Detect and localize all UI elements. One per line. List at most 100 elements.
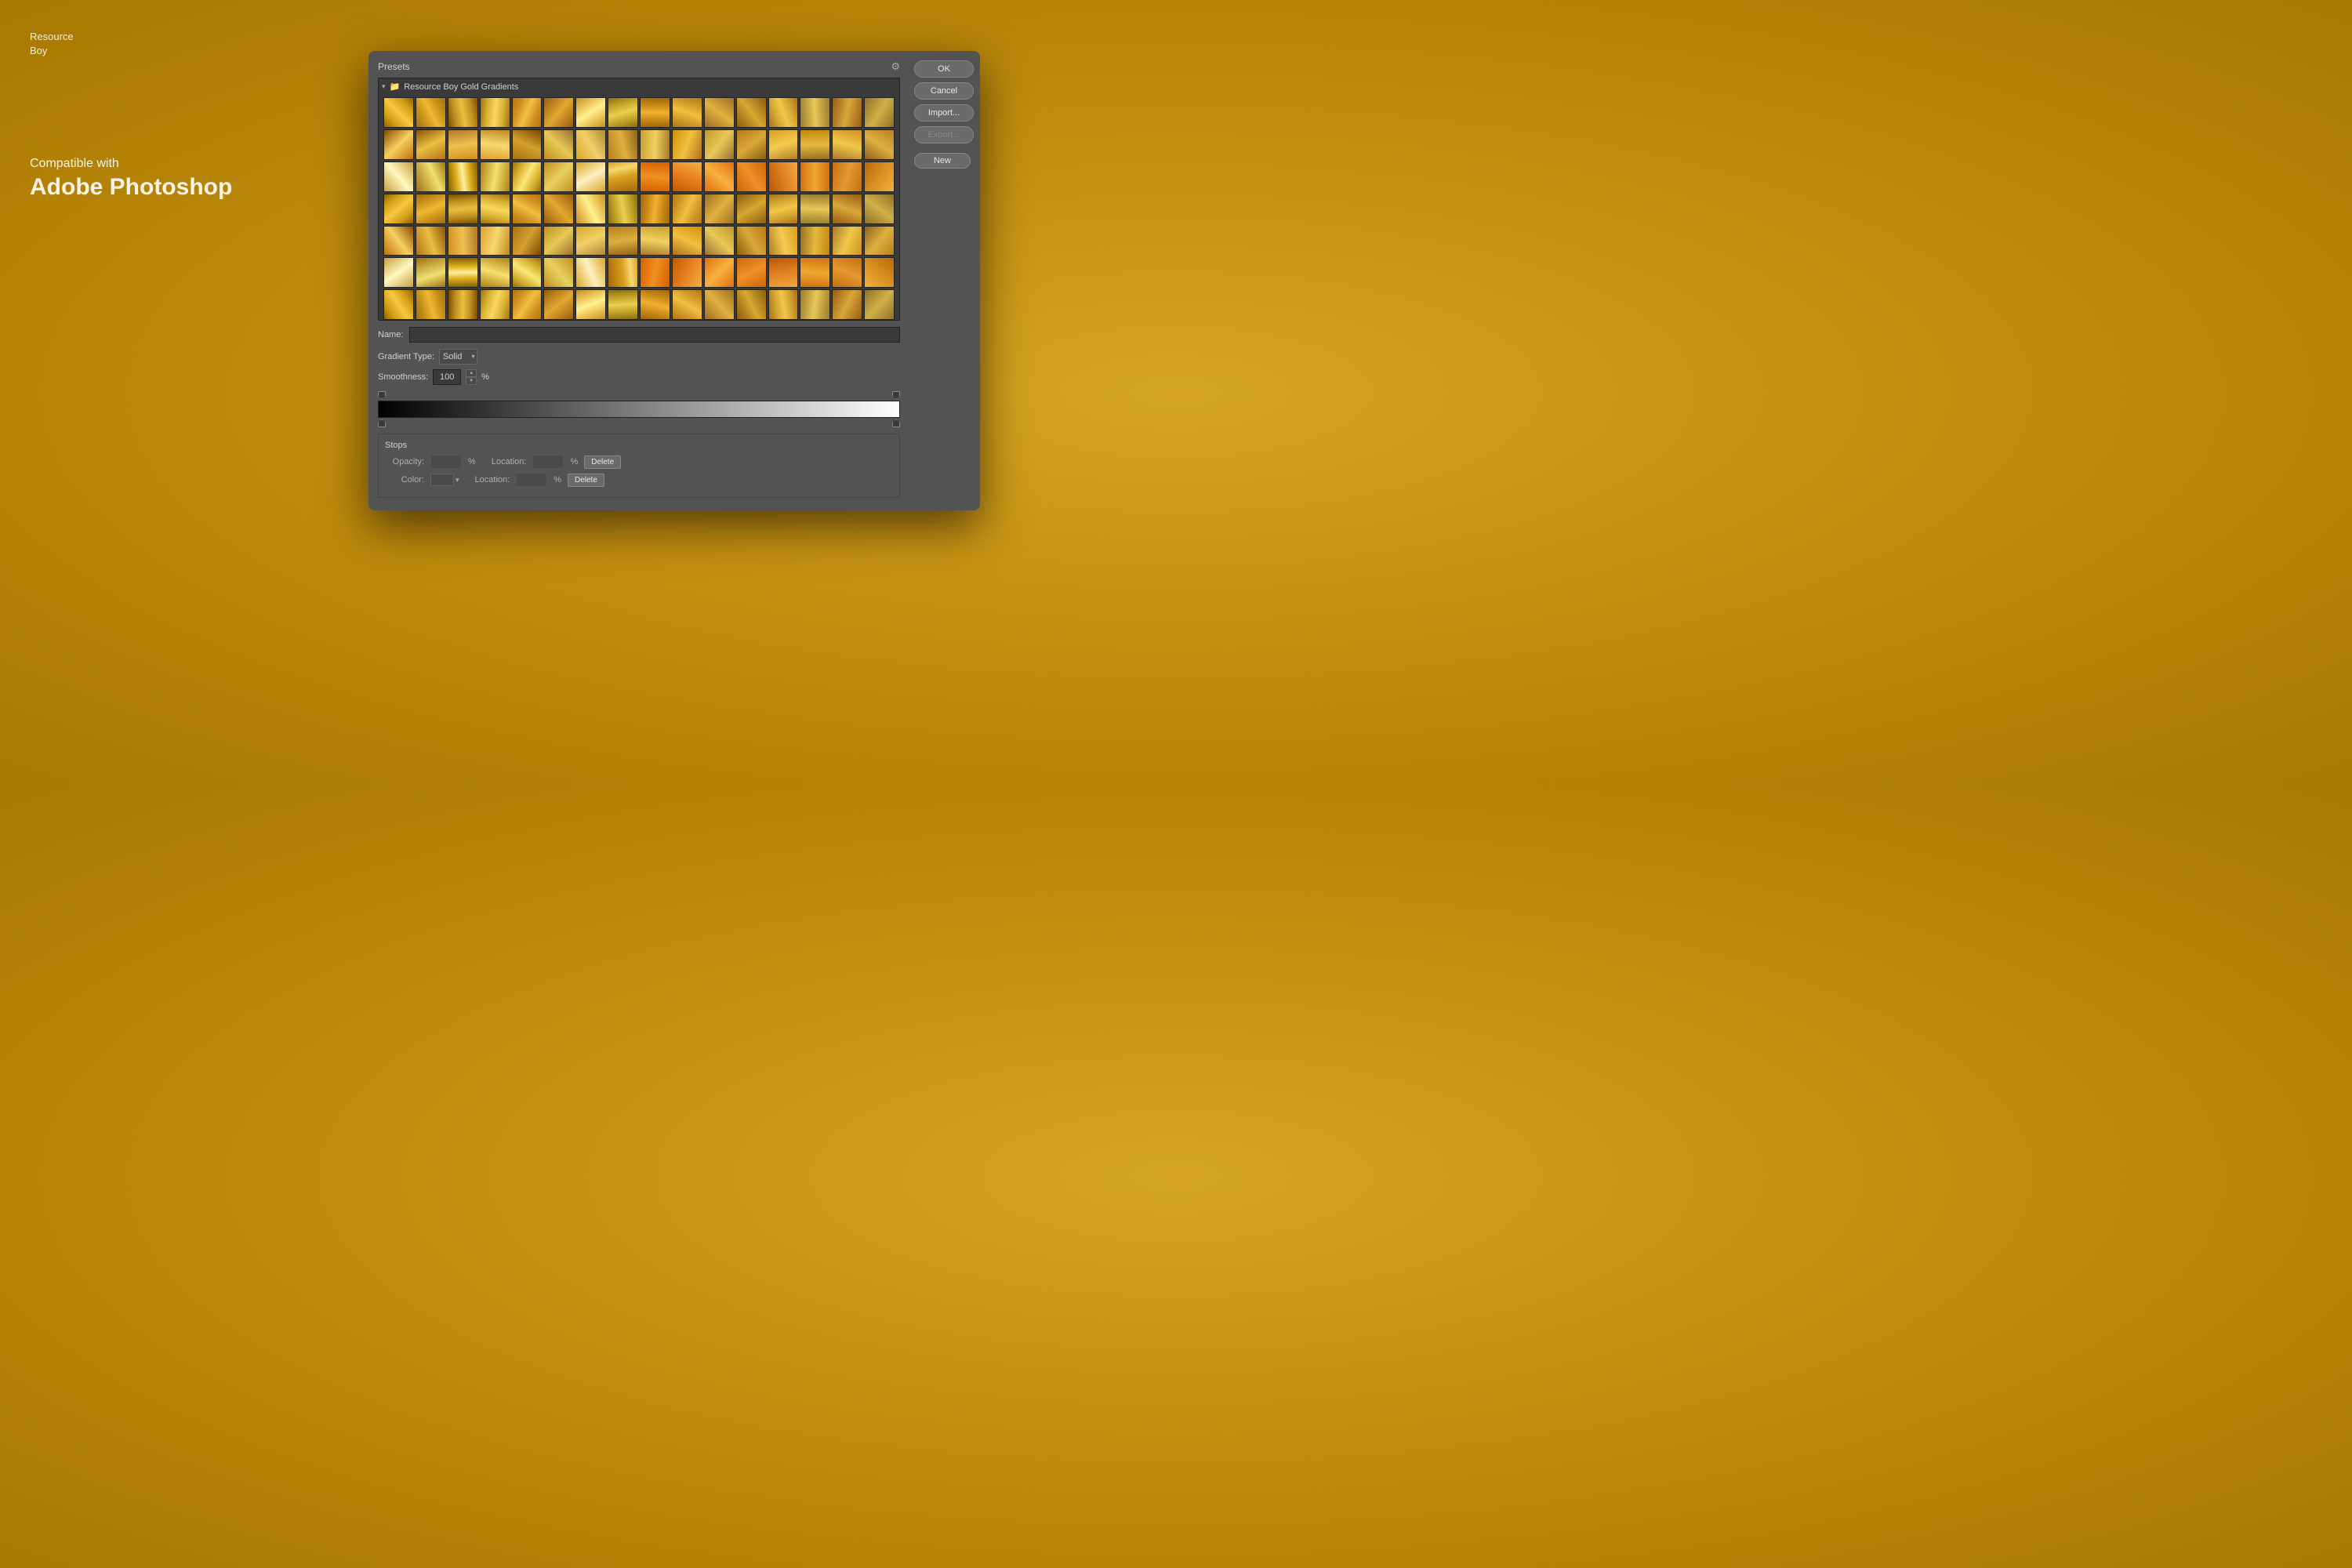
gradient-thumb[interactable] (736, 289, 767, 320)
gradient-thumb[interactable] (608, 97, 638, 128)
gradient-thumb[interactable] (575, 97, 606, 128)
gradient-thumb[interactable] (800, 194, 830, 224)
gradient-thumb[interactable] (864, 257, 895, 288)
gradient-thumb[interactable] (736, 194, 767, 224)
gradient-thumb[interactable] (800, 162, 830, 192)
gradient-thumb[interactable] (416, 194, 446, 224)
gradient-type-select[interactable]: Solid Noise (439, 349, 477, 365)
opacity-location-input[interactable] (532, 455, 564, 469)
opacity-stop-input[interactable] (430, 455, 462, 469)
gradient-thumb[interactable] (832, 97, 862, 128)
opacity-stop-right[interactable] (892, 391, 900, 399)
gradient-thumb[interactable] (800, 129, 830, 160)
gradient-thumb[interactable] (448, 162, 478, 192)
gradient-thumb[interactable] (800, 289, 830, 320)
gradient-thumb[interactable] (672, 226, 702, 256)
gradient-thumb[interactable] (608, 162, 638, 192)
gradient-thumb[interactable] (608, 226, 638, 256)
gradient-thumb[interactable] (480, 194, 510, 224)
gradient-thumb[interactable] (480, 289, 510, 320)
gradient-thumb[interactable] (672, 257, 702, 288)
gradient-thumb[interactable] (768, 289, 799, 320)
gradient-thumb[interactable] (512, 129, 543, 160)
gradient-thumb[interactable] (480, 97, 510, 128)
gradient-thumb[interactable] (768, 97, 799, 128)
gradient-thumb[interactable] (416, 257, 446, 288)
gradient-thumb[interactable] (543, 162, 574, 192)
cancel-button[interactable]: Cancel (914, 82, 974, 100)
gradient-thumb[interactable] (383, 257, 414, 288)
gradient-thumb[interactable] (736, 97, 767, 128)
gradient-thumb[interactable] (800, 257, 830, 288)
color-stop-left[interactable] (378, 419, 386, 427)
gradient-thumb[interactable] (736, 129, 767, 160)
gradient-thumb[interactable] (832, 226, 862, 256)
gradient-thumb[interactable] (640, 289, 670, 320)
gradient-thumb[interactable] (512, 162, 543, 192)
name-input[interactable] (409, 327, 900, 343)
gradient-thumb[interactable] (543, 289, 574, 320)
gradient-thumb[interactable] (480, 162, 510, 192)
gradient-thumb[interactable] (512, 257, 543, 288)
gradient-thumb[interactable] (800, 226, 830, 256)
gradient-thumb[interactable] (768, 129, 799, 160)
gradient-thumb[interactable] (640, 162, 670, 192)
gradient-thumb[interactable] (512, 226, 543, 256)
color-stop-right[interactable] (892, 419, 900, 427)
ok-button[interactable]: OK (914, 60, 974, 78)
gradient-thumb[interactable] (416, 129, 446, 160)
gradient-thumb[interactable] (448, 97, 478, 128)
color-swatch[interactable] (430, 474, 454, 486)
gradient-thumb[interactable] (383, 97, 414, 128)
gradient-thumb[interactable] (832, 162, 862, 192)
gradient-thumb[interactable] (416, 162, 446, 192)
gradient-thumb[interactable] (864, 289, 895, 320)
gradient-thumb[interactable] (575, 226, 606, 256)
gradient-thumb[interactable] (704, 129, 735, 160)
gradient-thumb[interactable] (416, 289, 446, 320)
gradient-thumb[interactable] (383, 226, 414, 256)
gradient-thumb[interactable] (575, 257, 606, 288)
gradient-thumb[interactable] (864, 194, 895, 224)
gradient-thumb[interactable] (480, 257, 510, 288)
gradient-thumb[interactable] (832, 257, 862, 288)
gradient-thumb[interactable] (832, 194, 862, 224)
color-delete-button[interactable]: Delete (568, 474, 604, 487)
gradient-thumb[interactable] (864, 226, 895, 256)
gradient-thumb[interactable] (864, 97, 895, 128)
gradient-thumb[interactable] (383, 129, 414, 160)
gradient-thumb[interactable] (608, 289, 638, 320)
gradient-thumb[interactable] (512, 194, 543, 224)
gradient-thumb[interactable] (640, 226, 670, 256)
gradient-thumb[interactable] (608, 129, 638, 160)
gradient-thumb[interactable] (864, 162, 895, 192)
opacity-delete-button[interactable]: Delete (584, 456, 621, 469)
gradient-thumb[interactable] (480, 129, 510, 160)
gradient-thumb[interactable] (543, 257, 574, 288)
gradient-thumb[interactable] (448, 194, 478, 224)
opacity-stop-left[interactable] (378, 391, 386, 399)
gradient-thumb[interactable] (640, 257, 670, 288)
gradient-thumb[interactable] (448, 257, 478, 288)
gradient-thumb[interactable] (736, 162, 767, 192)
gradient-thumb[interactable] (704, 257, 735, 288)
gradient-thumb[interactable] (608, 194, 638, 224)
gradient-thumb[interactable] (704, 194, 735, 224)
import-button[interactable]: Import... (914, 104, 974, 122)
gradient-thumb[interactable] (543, 194, 574, 224)
color-dropdown-arrow[interactable]: ▾ (456, 476, 459, 485)
gradient-thumb[interactable] (672, 289, 702, 320)
gradient-thumb[interactable] (768, 162, 799, 192)
gradient-thumb[interactable] (704, 162, 735, 192)
export-button[interactable]: Export... (914, 126, 974, 143)
gradient-thumb[interactable] (416, 97, 446, 128)
gradient-thumb[interactable] (575, 289, 606, 320)
gradient-thumb[interactable] (512, 97, 543, 128)
gradient-thumb[interactable] (543, 226, 574, 256)
gear-icon[interactable]: ⚙ (891, 60, 900, 73)
gradient-thumb[interactable] (736, 257, 767, 288)
gradient-thumb[interactable] (672, 162, 702, 192)
gradient-thumb[interactable] (448, 289, 478, 320)
smoothness-up[interactable]: ▲ (466, 369, 477, 377)
gradient-thumb[interactable] (832, 129, 862, 160)
